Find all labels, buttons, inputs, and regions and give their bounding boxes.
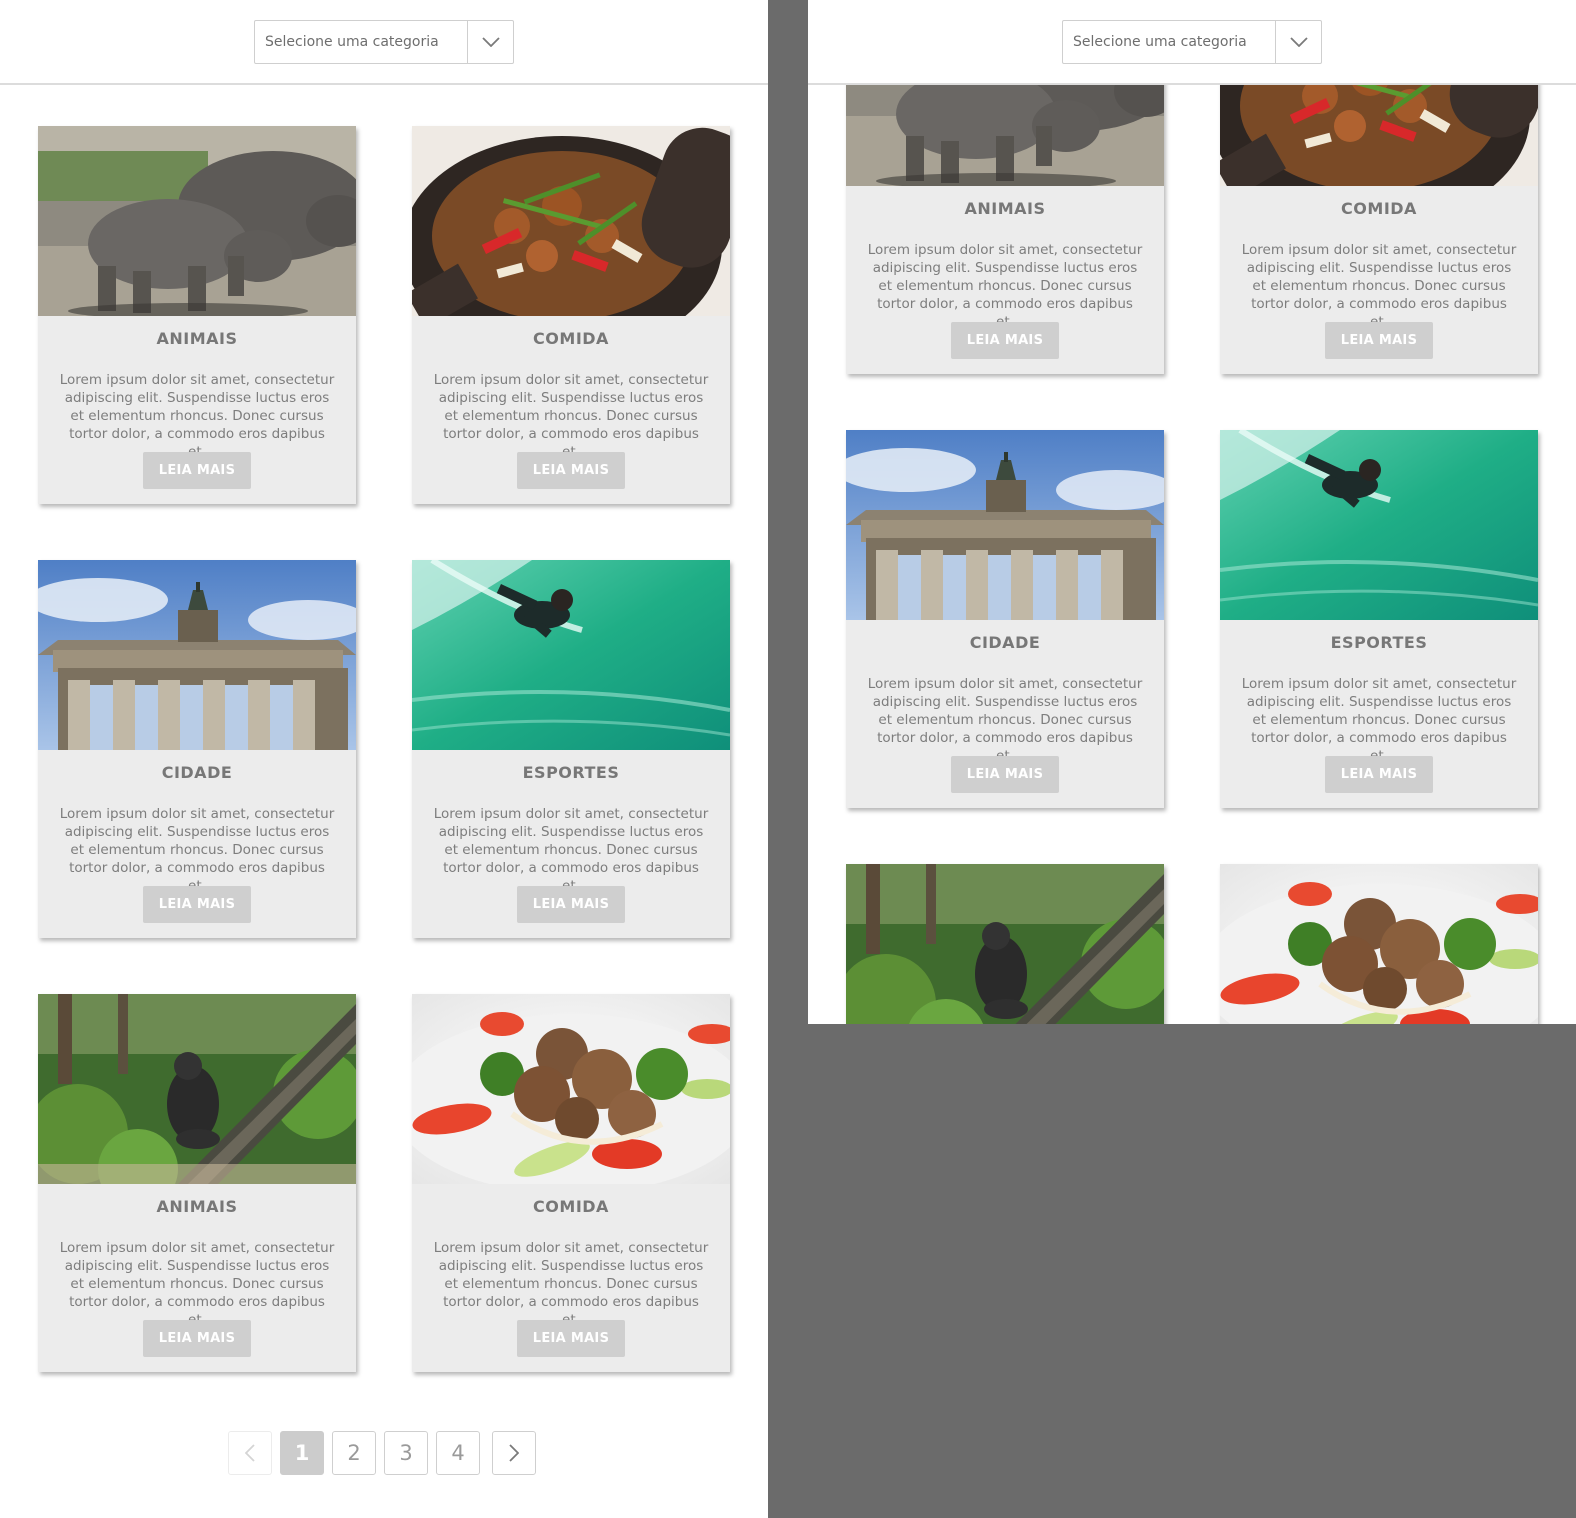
- card-description: Lorem ipsum dolor sit amet, consectetur …: [867, 242, 1143, 330]
- read-more-button[interactable]: LEIA MAIS: [517, 886, 625, 923]
- header-bar: Selecione uma categoria: [0, 0, 768, 85]
- card-esportes: ESPORTES Lorem ipsum dolor sit amet, con…: [412, 560, 730, 938]
- page-button-2[interactable]: 2: [332, 1431, 376, 1475]
- card-title: COMIDA: [1341, 199, 1417, 218]
- card-description: Lorem ipsum dolor sit amet, consectetur …: [433, 806, 709, 894]
- gorilla-photo: [38, 994, 356, 1184]
- card-animais-2: ANIMAIS Lorem ipsum dolor sit amet, cons…: [38, 994, 356, 1372]
- page-button-4[interactable]: 4: [436, 1431, 480, 1475]
- category-select-placeholder: Selecione uma categoria: [1073, 34, 1247, 50]
- card-description: Lorem ipsum dolor sit amet, consectetur …: [433, 372, 709, 460]
- beef-salad-photo: [412, 994, 730, 1184]
- rhinoceros-photo: [38, 126, 356, 316]
- page-button-3[interactable]: 3: [384, 1431, 428, 1475]
- chevron-down-icon[interactable]: [467, 21, 513, 63]
- header-bar: Selecione uma categoria: [808, 0, 1576, 85]
- category-select[interactable]: Selecione uma categoria: [1062, 20, 1322, 64]
- card-description: Lorem ipsum dolor sit amet, consectetur …: [867, 676, 1143, 764]
- read-more-button[interactable]: LEIA MAIS: [517, 452, 625, 489]
- read-more-button[interactable]: LEIA MAIS: [517, 1320, 625, 1357]
- beef-salad-photo: [1220, 864, 1538, 1024]
- card-title: CIDADE: [969, 633, 1041, 652]
- card-animais-2: ANIMAIS Lorem ipsum dolor sit amet, cons…: [846, 864, 1164, 1024]
- card-esportes: ESPORTES Lorem ipsum dolor sit amet, con…: [1220, 430, 1538, 808]
- read-more-button[interactable]: LEIA MAIS: [143, 452, 251, 489]
- card-comida-2: COMIDA Lorem ipsum dolor sit amet, conse…: [1220, 864, 1538, 1024]
- card-description: Lorem ipsum dolor sit amet, consectetur …: [59, 1240, 335, 1328]
- card-title: ANIMAIS: [156, 1197, 238, 1216]
- card-description: Lorem ipsum dolor sit amet, consectetur …: [59, 806, 335, 894]
- gorilla-photo: [846, 864, 1164, 1024]
- card-description: Lorem ipsum dolor sit amet, consectetur …: [433, 1240, 709, 1328]
- chevron-down-icon[interactable]: [1275, 21, 1321, 63]
- card-title: COMIDA: [533, 1197, 609, 1216]
- read-more-button[interactable]: LEIA MAIS: [951, 322, 1059, 359]
- card-title: ANIMAIS: [156, 329, 238, 348]
- brandenburg-gate-photo: [38, 560, 356, 750]
- read-more-button[interactable]: LEIA MAIS: [1325, 322, 1433, 359]
- card-description: Lorem ipsum dolor sit amet, consectetur …: [1241, 242, 1517, 330]
- page-button-1[interactable]: 1: [280, 1431, 324, 1475]
- read-more-button[interactable]: LEIA MAIS: [143, 886, 251, 923]
- card-description: Lorem ipsum dolor sit amet, consectetur …: [1241, 676, 1517, 764]
- surfer-photo: [412, 560, 730, 750]
- chevron-right-icon[interactable]: [492, 1431, 536, 1475]
- page-view-scrolled: ANIMAIS Lorem ipsum dolor sit amet, cons…: [808, 0, 1576, 1024]
- card-title: ESPORTES: [1330, 633, 1428, 652]
- card-title: COMIDA: [533, 329, 609, 348]
- card-animais: ANIMAIS Lorem ipsum dolor sit amet, cons…: [38, 126, 356, 504]
- page-view-top: Selecione uma categoria ANIMAIS Lorem ip…: [0, 0, 768, 1518]
- card-title: ANIMAIS: [964, 199, 1046, 218]
- card-cidade: CIDADE Lorem ipsum dolor sit amet, conse…: [846, 430, 1164, 808]
- brandenburg-gate-photo: [846, 430, 1164, 620]
- card-title: CIDADE: [161, 763, 233, 782]
- read-more-button[interactable]: LEIA MAIS: [951, 756, 1059, 793]
- chevron-left-icon[interactable]: [228, 1431, 272, 1475]
- card-description: Lorem ipsum dolor sit amet, consectetur …: [59, 372, 335, 460]
- card-comida: COMIDA Lorem ipsum dolor sit amet, conse…: [412, 126, 730, 504]
- surfer-photo: [1220, 430, 1538, 620]
- read-more-button[interactable]: LEIA MAIS: [143, 1320, 251, 1357]
- stew-pot-photo: [412, 126, 730, 316]
- read-more-button[interactable]: LEIA MAIS: [1325, 756, 1433, 793]
- card-comida-2: COMIDA Lorem ipsum dolor sit amet, conse…: [412, 994, 730, 1372]
- card-title: ESPORTES: [522, 763, 620, 782]
- category-select-placeholder: Selecione uma categoria: [265, 34, 439, 50]
- card-cidade: CIDADE Lorem ipsum dolor sit amet, conse…: [38, 560, 356, 938]
- pagination: 1 2 3 4: [228, 1431, 544, 1475]
- category-select[interactable]: Selecione uma categoria: [254, 20, 514, 64]
